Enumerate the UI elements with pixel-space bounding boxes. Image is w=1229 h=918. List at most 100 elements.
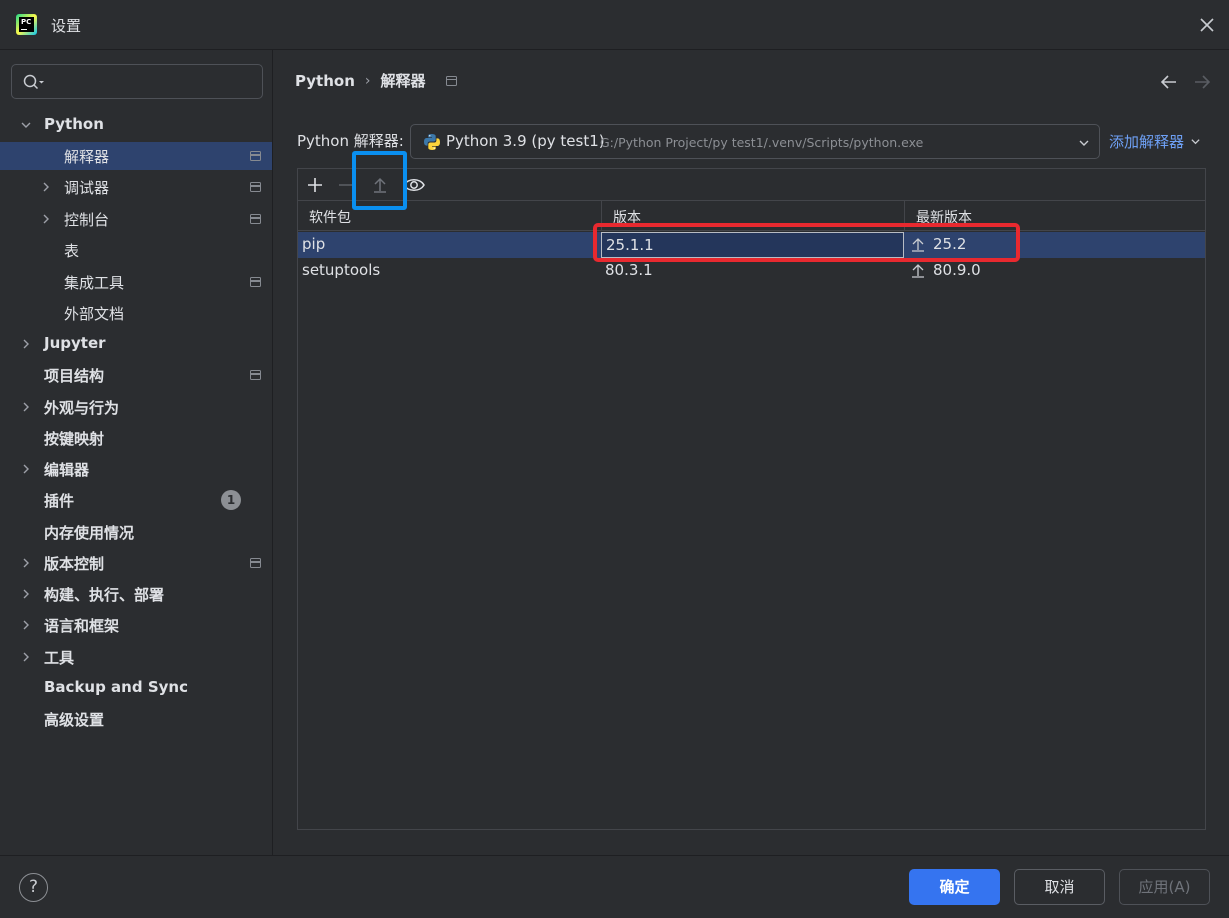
help-button[interactable]: ? — [19, 873, 48, 902]
chevron-right-icon — [23, 339, 29, 349]
breadcrumb-root[interactable]: Python — [295, 72, 355, 90]
sidebar-item-appearance[interactable]: 外观与行为 — [0, 393, 272, 421]
package-name: setuptools — [302, 261, 381, 279]
breadcrumb-separator: › — [364, 72, 371, 89]
packages-toolbar — [298, 169, 1205, 201]
sidebar-item-label: 外观与行为 — [44, 399, 120, 417]
project-scope-icon — [250, 370, 261, 380]
sidebar-item-label: 版本控制 — [44, 555, 105, 573]
sidebar-item-build-execution[interactable]: 构建、执行、部署 — [0, 580, 272, 608]
sidebar-item-label: 编辑器 — [44, 461, 90, 479]
chevron-right-icon — [23, 620, 29, 630]
sidebar-item-keymap[interactable]: 按键映射 — [0, 424, 272, 452]
app-icon-text: PC — [21, 18, 32, 26]
chevron-right-icon — [23, 464, 29, 474]
dialog-footer: ? 确定 取消 应用(A) — [0, 855, 1229, 918]
chevron-down-icon — [1191, 139, 1200, 145]
sidebar-item-interpreter[interactable]: 解释器 — [0, 142, 272, 170]
python-logo-icon — [424, 134, 440, 150]
sidebar-item-label: 语言和框架 — [44, 617, 120, 635]
project-scope-icon — [250, 151, 261, 161]
add-interpreter-label: 添加解释器 — [1109, 133, 1185, 151]
search-icon — [23, 74, 44, 90]
arrow-left-icon — [1160, 75, 1176, 89]
sidebar-item-label: 解释器 — [64, 148, 110, 166]
forward-button[interactable] — [1192, 72, 1212, 96]
sidebar-item-languages-frameworks[interactable]: 语言和框架 — [0, 611, 272, 639]
sidebar-item-plugins[interactable]: 插件 1 — [0, 486, 272, 514]
interpreter-name: Python 3.9 (py test1) — [446, 132, 605, 150]
upgrade-arrow-icon — [912, 264, 924, 278]
add-interpreter-link[interactable]: 添加解释器 — [1109, 131, 1201, 152]
sidebar-item-label: 项目结构 — [44, 367, 105, 385]
pycharm-logo-icon: PC — [16, 14, 37, 35]
sidebar-item-label: 表 — [64, 242, 80, 260]
window-title: 设置 — [51, 17, 82, 35]
project-scope-icon — [250, 277, 261, 287]
cancel-button[interactable]: 取消 — [1014, 869, 1105, 905]
install-package-button[interactable] — [305, 175, 325, 195]
sidebar-item-label: 插件 — [44, 492, 75, 510]
close-icon — [1200, 18, 1214, 32]
sidebar-item-project-structure[interactable]: 项目结构 — [0, 361, 272, 389]
sidebar-item-label: 控制台 — [64, 211, 110, 229]
interpreter-label: Python 解释器: — [297, 132, 404, 150]
chevron-right-icon — [23, 558, 29, 568]
ok-button[interactable]: 确定 — [909, 869, 1000, 905]
sidebar-item-backup-sync[interactable]: Backup and Sync — [0, 674, 272, 702]
project-scope-icon — [250, 558, 261, 568]
sidebar-item-label: 调试器 — [64, 179, 110, 197]
project-scope-icon — [445, 75, 457, 86]
plus-icon — [308, 178, 322, 192]
sidebar-item-console[interactable]: 控制台 — [0, 205, 272, 233]
sidebar-item-label: 外部文档 — [64, 305, 125, 323]
sidebar-item-memory-usage[interactable]: 内存使用情况 — [0, 518, 272, 546]
interpreter-dropdown[interactable]: Python 3.9 (py test1) G:/Python Project/… — [410, 124, 1100, 159]
settings-content: Python › 解释器 Python 解释器: Python 3.9 (py … — [274, 50, 1229, 855]
chevron-right-icon — [43, 214, 49, 224]
close-button[interactable] — [1194, 12, 1220, 38]
sidebar-item-tools[interactable]: 工具 — [0, 643, 272, 671]
back-button[interactable] — [1159, 72, 1179, 96]
sidebar-item-jupyter[interactable]: Jupyter — [0, 330, 272, 358]
sidebar-item-tables[interactable]: 表 — [0, 236, 272, 264]
sidebar-item-external-docs[interactable]: 外部文档 — [0, 299, 272, 327]
chevron-right-icon — [23, 589, 29, 599]
breadcrumb: Python › 解释器 — [295, 70, 457, 91]
chevron-right-icon — [23, 652, 29, 662]
chevron-right-icon — [43, 182, 49, 192]
pip-version-highlight — [593, 223, 1020, 262]
column-header-package[interactable]: 软件包 — [298, 201, 601, 231]
project-scope-icon — [250, 182, 261, 192]
search-input[interactable] — [52, 71, 252, 93]
arrow-right-icon — [1195, 75, 1211, 89]
sidebar-item-editor[interactable]: 编辑器 — [0, 455, 272, 483]
search-field[interactable] — [11, 64, 263, 99]
interpreter-path: G:/Python Project/py test1/.venv/Scripts… — [600, 135, 924, 150]
sidebar-item-label: Python — [44, 115, 104, 133]
chevron-down-icon — [1079, 140, 1089, 146]
settings-sidebar: Python 解释器 调试器 控制台 表 集成工具 外部文档 Jupyter 项… — [0, 50, 273, 855]
sidebar-item-label: 内存使用情况 — [44, 524, 135, 542]
title-bar: PC 设置 — [0, 0, 1229, 50]
sidebar-item-debugger[interactable]: 调试器 — [0, 173, 272, 201]
sidebar-item-label: 按键映射 — [44, 430, 105, 448]
apply-button[interactable]: 应用(A) — [1119, 869, 1210, 905]
sidebar-item-label: 工具 — [44, 649, 75, 667]
latest-version-text: 80.9.0 — [933, 261, 981, 279]
breadcrumb-current: 解释器 — [380, 72, 426, 90]
chevron-right-icon — [23, 402, 29, 412]
sidebar-item-advanced-settings[interactable]: 高级设置 — [0, 705, 272, 733]
upgrade-button-highlight — [352, 151, 407, 210]
sidebar-item-integrated-tools[interactable]: 集成工具 — [0, 268, 272, 296]
package-name: pip — [302, 235, 326, 253]
chevron-down-icon — [21, 122, 31, 128]
project-scope-icon — [250, 214, 261, 224]
sidebar-item-label: 构建、执行、部署 — [44, 586, 165, 604]
plugins-count-badge: 1 — [221, 490, 241, 510]
sidebar-item-label: Backup and Sync — [44, 678, 188, 696]
sidebar-item-label: Jupyter — [44, 334, 106, 352]
sidebar-item-label: 集成工具 — [64, 274, 125, 292]
sidebar-item-python[interactable]: Python — [0, 111, 272, 139]
sidebar-item-version-control[interactable]: 版本控制 — [0, 549, 272, 577]
